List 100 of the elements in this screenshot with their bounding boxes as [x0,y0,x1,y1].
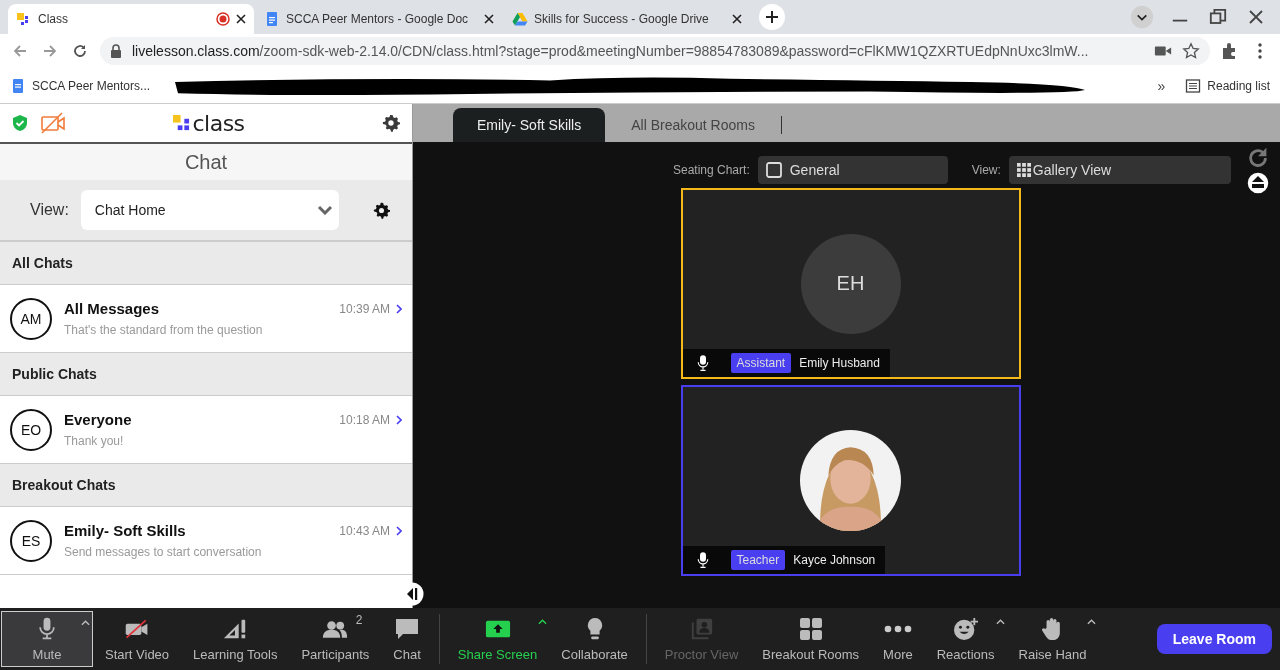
browser-tab[interactable]: SCCA Peer Mentors - Google Doc [256,4,502,34]
toolbar-button[interactable]: Reactions [924,611,1007,667]
toolbar-button[interactable]: Collaborate [549,611,640,667]
avatar: EH [800,233,901,334]
role-badge: Teacher [730,550,786,570]
toolbar-button[interactable]: Learning Tools [181,611,290,667]
section-heading: All Chats [0,242,412,285]
browser-tab[interactable]: Skills for Success - Google Drive [504,4,750,34]
toolbar-label: More [883,646,913,662]
caret-up-icon[interactable] [995,619,1005,625]
address-bar[interactable]: livelesson.class.com/zoom-sdk-web-2.14.0/CDN/class.html?stage=prod&meetingNumber=98854783089&password=cFlKMW1QZXRTUEdpNnUxc3lmW... [100,37,1210,65]
toolbar-button[interactable]: Breakout Rooms [750,611,872,667]
toolbar-label: Participants [301,646,370,662]
chat-time: 10:43 AM [339,523,390,538]
chat-title: Chat [0,144,412,180]
toolbar-label: Reactions [936,646,995,662]
url-text: livelesson.class.com/zoom-sdk-web-2.14.0/CDN/class.html?stage=prod&meetingNumber=98854783089&password=cFlKMW1QZXRTUEdpNnUxc3lmW... [132,43,1090,59]
close-icon[interactable] [484,14,494,24]
caret-up-icon[interactable] [1087,619,1097,625]
view-dropdown[interactable]: Gallery View [1008,156,1231,184]
participant-count: 2 [355,612,363,627]
toolbar-label: Breakout Rooms [762,646,860,662]
view-label: View: [971,163,1001,177]
close-icon[interactable] [236,14,246,24]
toolbar-label: Mute [32,646,62,662]
bookmark[interactable]: SCCA Peer Mentors... [10,77,151,94]
more-icon [883,624,912,633]
room-tab[interactable]: Emily- Soft Skills [453,108,606,142]
role-badge: Assistant [730,353,792,373]
view-label: View: [30,201,69,219]
chevron-right-icon [396,414,402,425]
reading-list-button[interactable]: Reading list [1185,77,1270,94]
seating-chart-dropdown[interactable]: General [757,156,948,184]
view-dropdown[interactable]: Chat Home [80,190,339,230]
toolbar-label: Collaborate [561,646,628,662]
settings-icon[interactable] [372,201,390,219]
participant-name: Emily Husband [799,356,880,370]
chat-name: Everyone [64,411,133,428]
grid-icon [1016,163,1031,177]
new-tab-icon[interactable] [758,3,786,31]
toolbar-label: Start Video [105,646,170,662]
room-tab[interactable]: All Breakout Rooms [607,108,779,142]
chat-name: Emily- Soft Skills [64,522,187,539]
tab-search-icon[interactable] [1130,5,1154,29]
chevron-right-icon [396,303,402,314]
chat-name: All Messages [64,300,161,317]
toolbar-button[interactable]: Start Video [93,611,182,667]
chat-preview: That's the standard from the question [64,323,264,337]
avatar: ES [10,519,52,562]
logo-text: class [192,110,245,136]
video-off-icon [40,112,66,134]
tab-title: Skills for Success - Google Drive [534,12,710,26]
logo-icon [173,114,191,132]
toolbar-button[interactable]: More [871,611,925,667]
chat-preview: Send messages to start conversation [64,545,263,559]
leave-room-button[interactable]: Leave Room [1156,624,1272,654]
toolbar-button[interactable]: 2 Participants [289,611,382,667]
toolbar-button[interactable]: Raise Hand [1006,611,1099,667]
star-icon[interactable] [1182,42,1200,60]
document-icon [10,77,26,94]
shield-check-icon [12,114,28,132]
browser-tab[interactable]: Class [8,4,254,34]
section-heading: Breakout Chats [0,464,412,507]
section-heading: Public Chats [0,353,412,396]
chat-item[interactable]: ES Emily- Soft Skills 10:43 AM Send messages to start conversation [0,507,412,575]
settings-icon[interactable] [382,114,400,132]
chat-time: 10:39 AM [339,301,390,316]
toolbar-button[interactable]: Chat [381,611,433,667]
drive-icon [512,11,528,27]
toolbar-label: Learning Tools [193,646,278,662]
chat-bubble-icon [394,616,421,641]
grid-icon [797,616,824,641]
checkbox-icon [765,162,782,178]
chevron-right-icon [396,525,402,536]
close-icon[interactable] [732,14,742,24]
caret-up-icon[interactable] [81,620,90,626]
eject-icon[interactable] [1245,171,1270,195]
toolbar-label: Share Screen [457,646,538,662]
seating-chart-label: Seating Chart: [673,163,750,177]
caret-up-icon[interactable] [538,619,548,625]
toolbar-label: Proctor View [664,646,739,662]
overflow-button[interactable]: » [1157,77,1166,94]
chat-time: 10:18 AM [339,412,390,427]
tab-title: Class [38,12,69,26]
avatar: EO [10,408,52,451]
toolbar-label: Chat [393,646,421,662]
smiley-add-icon [952,616,979,641]
tab-title: SCCA Peer Mentors - Google Doc [286,12,470,26]
list-icon [1185,77,1202,94]
toolbar-button[interactable]: Mute [1,611,93,667]
avatar: AM [10,297,52,340]
lock-icon [110,44,122,58]
toolbar-button[interactable]: Share Screen [445,611,550,667]
recording-icon [216,12,230,26]
participant-name: Kayce Johnson [793,553,876,567]
microphone-icon [696,551,709,569]
document-icon [264,11,280,27]
chat-preview: Thank you! [64,434,125,448]
toolbar-label: Raise Hand [1018,646,1087,662]
chevron-down-icon [316,205,333,215]
